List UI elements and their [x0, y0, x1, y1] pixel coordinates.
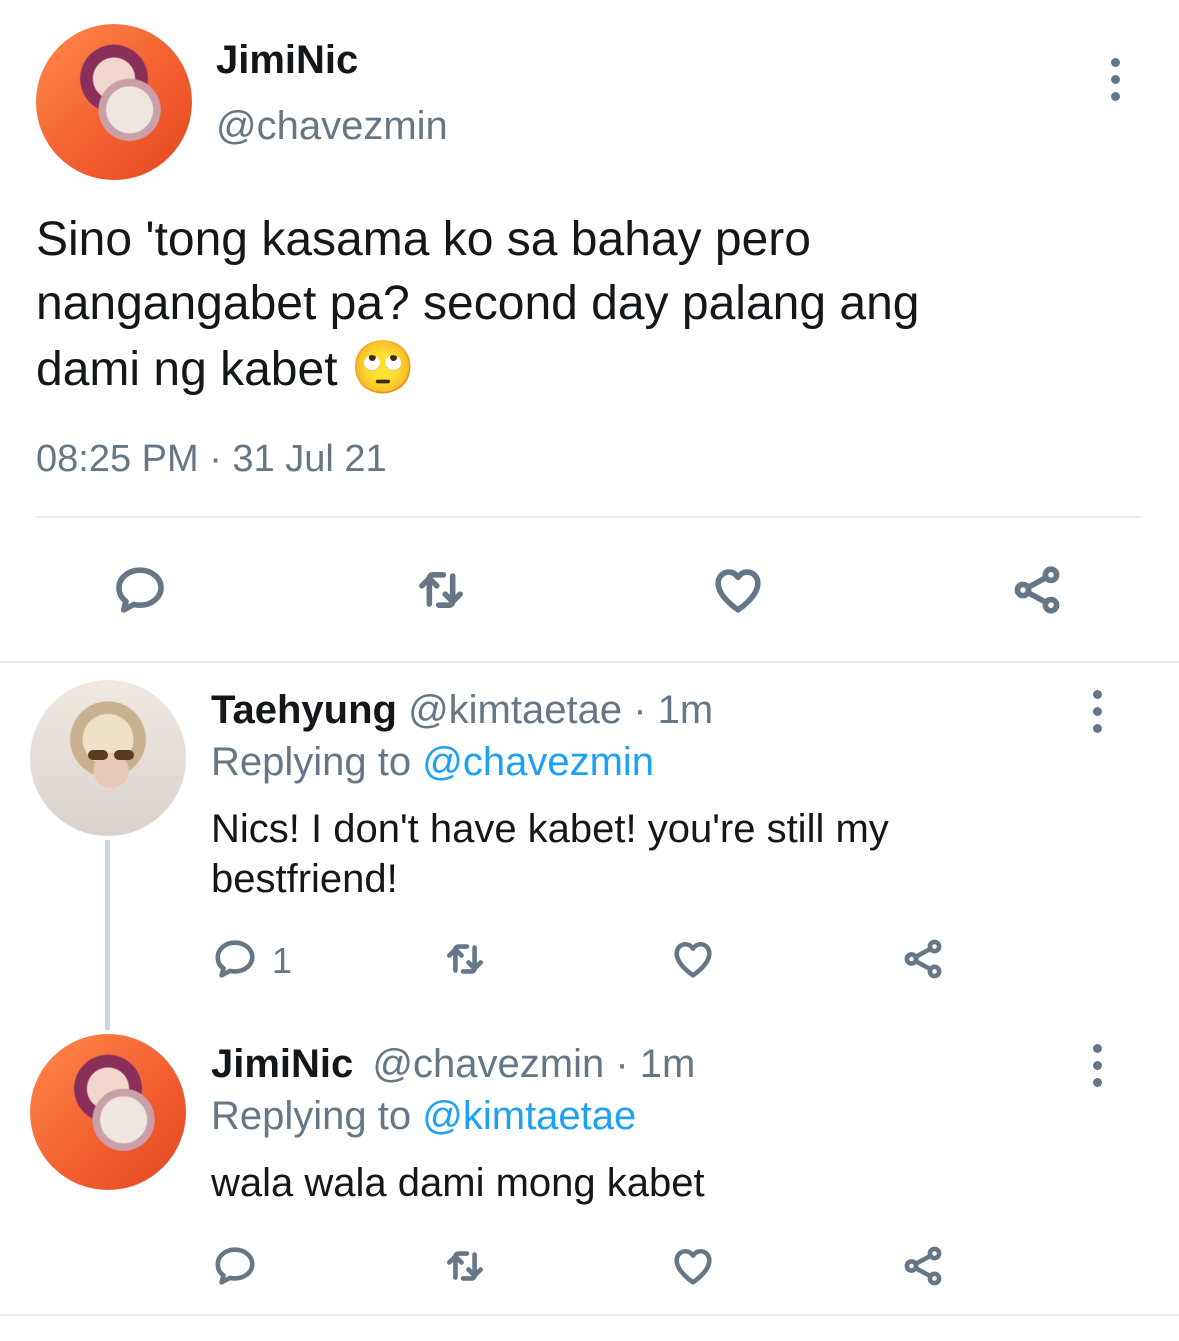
main-tweet-text-line: nangangabet pa? second day palang ang	[36, 277, 920, 330]
main-tweet-display-name[interactable]: JimiNic	[216, 38, 358, 83]
reply-avatar[interactable]	[30, 1034, 186, 1190]
thread-line	[105, 840, 110, 1030]
reply-icon[interactable]	[210, 1241, 260, 1291]
main-tweet-text-line: dami ng kabet 🙄	[36, 336, 1136, 402]
retweet-icon[interactable]	[410, 560, 472, 620]
like-icon[interactable]	[667, 1241, 719, 1291]
replying-to-line: Replying to @chavezmin	[211, 740, 654, 785]
reply-header: Taehyung @kimtaetae · 1m	[211, 688, 713, 733]
replying-to-link[interactable]: @kimtaetae	[422, 1094, 636, 1138]
main-tweet-text: Sino 'tong kasama ko sa bahay pero nanga…	[36, 208, 1136, 402]
reply-icon[interactable]	[110, 560, 170, 620]
divider	[0, 1314, 1179, 1316]
share-icon[interactable]	[1006, 560, 1068, 620]
eye-roll-emoji: 🙄	[350, 339, 416, 397]
reply-text-line: wala wala dami mong kabet	[211, 1161, 705, 1205]
reply-display-name[interactable]: Taehyung	[211, 688, 397, 732]
divider	[0, 661, 1179, 663]
main-tweet-handle[interactable]: @chavezmin	[216, 104, 448, 149]
reply-more-icon[interactable]	[1091, 690, 1103, 733]
reply-handle-time[interactable]: @chavezmin · 1m	[372, 1042, 695, 1086]
main-tweet-text-line-part: dami ng kabet	[36, 343, 338, 396]
main-tweet-text-line: Sino 'tong kasama ko sa bahay pero	[36, 213, 811, 266]
reply-count: 1	[272, 940, 293, 981]
replying-to-line: Replying to @kimtaetae	[211, 1094, 636, 1139]
reply-text-line: bestfriend!	[211, 857, 398, 901]
reply-text-line: Nics! I don't have kabet! you're still m…	[211, 807, 889, 851]
replying-to-label: Replying to	[211, 740, 412, 784]
main-tweet-timestamp[interactable]: 08:25 PM · 31 Jul 21	[36, 438, 387, 481]
reply-more-icon[interactable]	[1091, 1044, 1103, 1087]
reply-handle-time[interactable]: @kimtaetae · 1m	[408, 688, 713, 732]
replying-to-link[interactable]: @chavezmin	[422, 740, 654, 784]
retweet-icon[interactable]	[439, 934, 491, 984]
like-icon[interactable]	[667, 934, 719, 984]
retweet-icon[interactable]	[439, 1241, 491, 1291]
reply-text: Nics! I don't have kabet! you're still m…	[211, 804, 1111, 904]
share-icon[interactable]	[897, 1241, 949, 1291]
reply-icon[interactable]	[210, 934, 260, 984]
replying-to-label: Replying to	[211, 1094, 412, 1138]
reply-text: wala wala dami mong kabet	[211, 1158, 1111, 1208]
divider	[36, 516, 1142, 518]
main-tweet-avatar[interactable]	[36, 24, 192, 180]
reply-header: JimiNic @chavezmin · 1m	[211, 1042, 695, 1087]
reply-display-name[interactable]: JimiNic	[211, 1042, 353, 1086]
main-tweet-more-icon[interactable]	[1109, 58, 1121, 101]
like-icon[interactable]	[708, 560, 768, 620]
reply-avatar[interactable]	[30, 680, 186, 836]
share-icon[interactable]	[897, 934, 949, 984]
